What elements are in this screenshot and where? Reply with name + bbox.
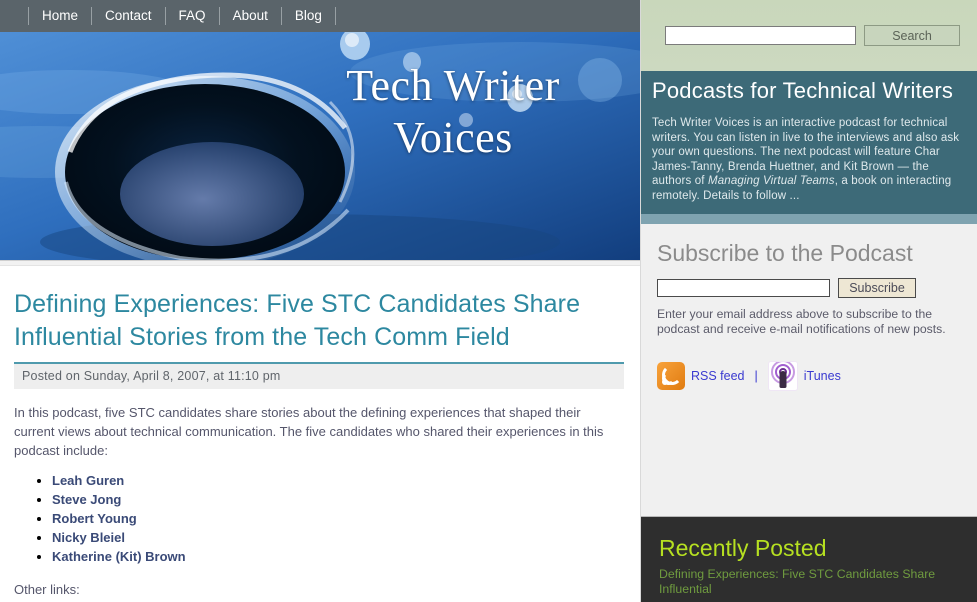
itunes-icon[interactable] [767,360,798,391]
candidate-link[interactable]: Katherine (Kit) Brown [52,549,186,564]
article: Defining Experiences: Five STC Candidate… [0,266,640,602]
rss-arc-outer [662,364,682,385]
feed-separator: | [754,368,758,383]
list-item: Steve Jong [52,491,624,509]
left-column: Home Contact FAQ About Blog Tech Writer … [0,0,640,602]
subscribe-section: Subscribe to the Podcast Subscribe Enter… [641,223,977,347]
search-button[interactable]: Search [864,25,960,46]
banner-title: Tech Writer Voices [288,60,618,164]
banner-title-line2: Voices [393,113,513,162]
search-input[interactable] [665,26,856,45]
subscribe-button[interactable]: Subscribe [838,277,916,298]
article-intro: In this podcast, five STC candidates sha… [14,405,604,458]
podcast-header: Podcasts for Technical Writers [641,71,977,116]
nav-item-blog[interactable]: Blog [282,7,336,25]
nav-item-about[interactable]: About [220,7,282,25]
main-navigation: Home Contact FAQ About Blog [0,0,640,32]
other-links-label: Other links: [14,582,80,597]
page-title: Defining Experiences: Five STC Candidate… [14,290,581,351]
candidate-link[interactable]: Leah Guren [52,473,124,488]
candidate-list: Leah Guren Steve Jong Robert Young Nicky… [14,472,624,566]
rss-feed-link[interactable]: RSS feed [691,369,745,383]
podcast-heading: Podcasts for Technical Writers [652,78,954,103]
list-item: Leah Guren [52,472,624,490]
candidate-link[interactable]: Steve Jong [52,492,121,507]
banner-title-line1: Tech Writer [346,61,560,110]
list-item: Katherine (Kit) Brown [52,548,624,566]
list-item: Nicky Bleiel [52,529,624,547]
subscribe-heading: Subscribe to the Podcast [657,239,913,266]
nav-item-faq[interactable]: FAQ [166,7,220,25]
podcast-desc-book-title: Managing Virtual Teams [708,175,835,188]
itunes-microphone [779,370,787,388]
candidate-link[interactable]: Robert Young [52,511,137,526]
podcast-description: Tech Writer Voices is an interactive pod… [641,116,977,214]
teal-divider-strip [641,213,977,224]
subscribe-note: Enter your email address above to subscr… [657,306,946,336]
itunes-link[interactable]: iTunes [804,369,841,383]
candidate-link[interactable]: Nicky Bleiel [52,530,125,545]
nav-item-home[interactable]: Home [28,7,93,25]
post-meta-date: Posted on Sunday, April 8, 2007, at 11:1… [14,364,624,389]
recently-posted-item[interactable]: Defining Experiences: Five STC Candidate… [659,567,966,597]
email-field[interactable] [657,278,830,297]
subscribe-form: Subscribe [657,277,965,298]
search-section: Search [641,0,977,71]
site-banner: Tech Writer Voices [0,32,640,260]
recently-posted-section: Recently Posted Defining Experiences: Fi… [641,516,977,602]
sidebar: Search Podcasts for Technical Writers Te… [640,0,977,602]
rss-icon[interactable] [657,361,685,390]
recently-posted-heading: Recently Posted [659,535,827,561]
nav-item-contact[interactable]: Contact [92,7,166,25]
feed-links-row: RSS feed | iTunes [641,346,977,391]
list-item: Robert Young [52,510,624,528]
page-root: Home Contact FAQ About Blog Tech Writer … [0,0,977,602]
